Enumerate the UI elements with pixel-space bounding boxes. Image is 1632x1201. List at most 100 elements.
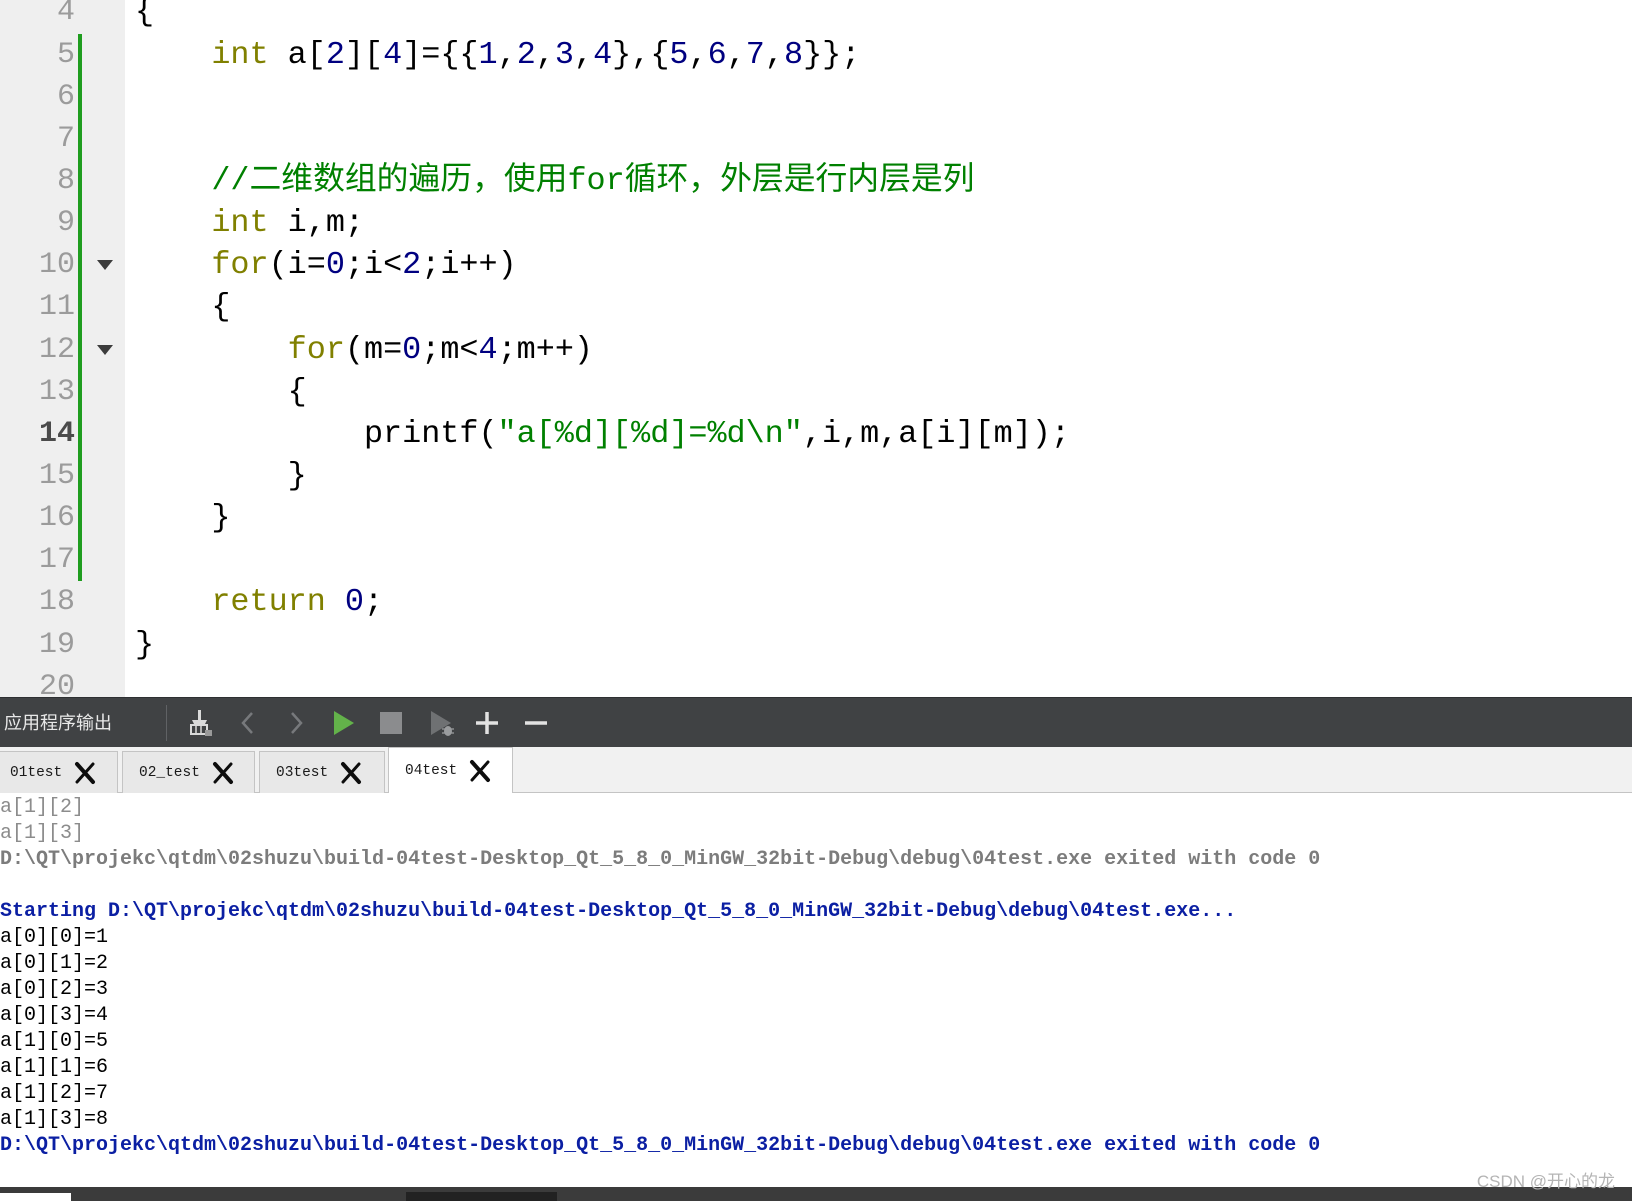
code-line[interactable]: printf("a[%d][%d]=%d\n",i,m,a[i][m]); (135, 413, 1070, 455)
line-number[interactable]: 19 (39, 624, 75, 666)
code-token-number: 0 (402, 331, 422, 368)
close-icon[interactable] (468, 759, 492, 783)
code-line[interactable]: //二维数组的遍历，使用for循环，外层是行内层是列 (135, 160, 1070, 202)
clean-output-button[interactable] (185, 708, 215, 738)
code-token-plain: },{ (612, 36, 670, 73)
gutter-row: 6 (0, 75, 125, 118)
code-token-plain: (m= (344, 331, 403, 368)
line-number[interactable]: 4 (57, 0, 75, 34)
decrease-font-button[interactable] (521, 708, 551, 738)
code-token-number: 8 (783, 36, 804, 73)
code-line[interactable] (135, 539, 1070, 581)
line-number[interactable]: 16 (39, 497, 75, 539)
code-line[interactable]: int i,m; (135, 202, 1070, 244)
output-tab[interactable]: 01test (0, 751, 118, 793)
code-token-number: 0 (344, 584, 365, 621)
code-token-plain: } (135, 457, 307, 494)
line-number[interactable]: 6 (57, 76, 75, 118)
code-line[interactable]: int a[2][4]={{1,2,3,4},{5,6,7,8}}; (135, 34, 1070, 76)
code-token-plain: { (135, 0, 155, 31)
gutter-rows: 4 5 6 7 8 9 10 11 12 13 14 15 16 17 18 19 20 (0, 0, 125, 697)
line-number[interactable]: 14 (39, 413, 75, 455)
code-line[interactable]: for(m=0;m<4;m++) (135, 329, 1070, 371)
code-token-number: 2 (402, 247, 422, 284)
change-marker (78, 244, 82, 287)
code-token-number: 4 (593, 36, 613, 73)
code-line[interactable]: } (135, 455, 1070, 497)
code-token-number: 4 (383, 36, 403, 73)
line-number[interactable]: 20 (39, 666, 75, 697)
code-token-plain: , (497, 36, 517, 73)
line-number[interactable]: 18 (39, 581, 75, 623)
watermark-text: CSDN @开心的龙 (1476, 1172, 1615, 1191)
close-icon[interactable] (73, 761, 97, 785)
line-number[interactable]: 11 (39, 286, 75, 328)
line-number[interactable]: 17 (39, 539, 75, 581)
line-number[interactable]: 8 (57, 160, 75, 202)
code-text-area[interactable]: { int a[2][4]={{1,2,3,4},{5,6,7,8}}; //二… (125, 0, 1632, 697)
close-icon[interactable] (339, 761, 363, 785)
code-line[interactable]: } (135, 497, 1070, 539)
gutter-row: 11 (0, 286, 125, 329)
code-line[interactable] (135, 666, 1070, 697)
code-token-plain: { (135, 289, 231, 326)
code-token-plain: i,m; (268, 205, 364, 242)
output-line: D:\QT\projekc\qtdm\02shuzu\build-04test-… (0, 1133, 1321, 1157)
previous-item-button[interactable] (233, 708, 263, 738)
broom-icon (190, 710, 212, 736)
application-output-text[interactable]: a[1][2] a[1][3] D:\QT\projekc\qtdm\02shuzu… (0, 793, 1632, 1187)
rerun-button[interactable] (328, 708, 358, 738)
fold-arrow-icon[interactable] (97, 260, 113, 271)
gutter-row: 5 (0, 33, 125, 76)
line-number[interactable]: 7 (57, 118, 75, 160)
output-line: a[1][1]=6 (0, 1055, 109, 1079)
gutter-row: 18 (0, 581, 125, 623)
code-line[interactable]: for(i=0;i<2;i++) (135, 244, 1070, 286)
output-line: D:\QT\projekc\qtdm\02shuzu\build-04test-… (0, 847, 1321, 871)
code-line[interactable]: } (135, 624, 1070, 666)
line-number-gutter[interactable]: 4 5 6 7 8 9 10 11 12 13 14 15 16 17 18 19 20 (0, 0, 125, 697)
code-line[interactable]: return 0; (135, 581, 1070, 623)
next-item-button[interactable] (281, 708, 311, 738)
output-line: a[0][1]=2 (0, 951, 109, 975)
gutter-row: 9 (0, 202, 125, 245)
increase-font-button[interactable] (472, 708, 502, 738)
code-token-plain: ;i++) (421, 247, 517, 284)
output-tab[interactable]: 03test (259, 751, 385, 793)
output-tab[interactable]: 02_test (122, 751, 255, 793)
code-line[interactable]: { (135, 286, 1070, 328)
line-number[interactable]: 9 (57, 202, 75, 244)
line-number[interactable]: 15 (39, 455, 75, 497)
code-token-plain: (i= (268, 247, 326, 284)
code-line[interactable]: { (135, 0, 1070, 34)
code-token-keyword: int (211, 205, 269, 242)
code-line[interactable] (135, 118, 1070, 160)
close-icon[interactable] (211, 761, 235, 785)
line-number[interactable]: 10 (39, 244, 75, 286)
code-token-number: 1 (478, 36, 498, 73)
code-line[interactable] (135, 76, 1070, 118)
code-token-keyword: return (211, 584, 326, 621)
line-number[interactable]: 13 (39, 371, 75, 413)
fold-arrow-icon[interactable] (97, 344, 113, 355)
stop-button[interactable] (376, 708, 406, 738)
code-token-plain: ][ (344, 36, 384, 73)
stop-icon (380, 712, 402, 734)
chevron-left-icon (241, 712, 253, 734)
output-tab[interactable]: 04test (388, 747, 513, 793)
code-line[interactable]: { (135, 371, 1070, 413)
change-marker (78, 539, 82, 582)
attach-debugger-icon (431, 711, 454, 736)
line-number[interactable]: 12 (39, 329, 75, 371)
attach-debugger-button[interactable] (426, 708, 456, 738)
code-token-plain: , (535, 36, 555, 73)
code-token-plain: }}; (803, 36, 861, 73)
gutter-row: 10 (0, 244, 125, 287)
output-line: a[1][3] (0, 821, 85, 845)
line-number[interactable]: 5 (57, 34, 75, 76)
